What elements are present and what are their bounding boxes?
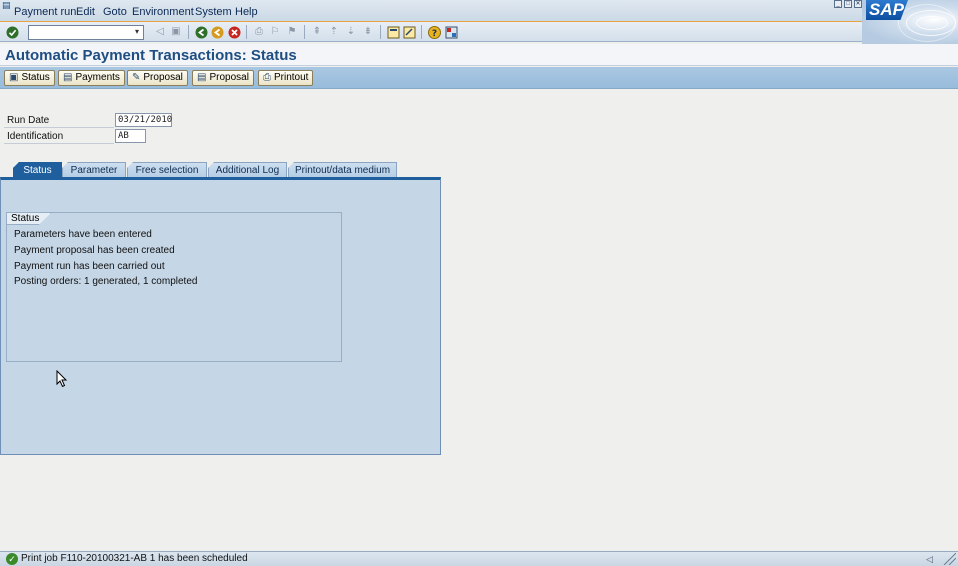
window-controls: _ □ ✕ <box>834 0 862 8</box>
shortcut-icon[interactable] <box>402 25 416 39</box>
edit-proposal-button[interactable]: ✎ Proposal <box>127 70 188 86</box>
printout-button[interactable]: ⎙ Printout <box>258 70 314 86</box>
status-bar-toggle-icon[interactable]: ◁ <box>926 553 936 565</box>
status-button-label: Status <box>21 72 50 83</box>
menu-edit[interactable]: Edit <box>76 6 95 18</box>
printout-icon: ⎙ <box>263 72 271 83</box>
find-next-icon: ⚑ <box>287 26 297 37</box>
status-tab-panel: Status Parameters have been entered Paym… <box>0 177 441 455</box>
status-group-title: Status <box>7 213 51 225</box>
standard-toolbar: ▾ ◁ ▣ ⎙ ⚐ ⚑ ⇞ ⇡ ⇣ ⇟ ? <box>0 22 862 42</box>
maximize-icon[interactable]: □ <box>844 0 852 8</box>
menu-system[interactable]: System <box>195 6 232 18</box>
tab-parameter[interactable]: Parameter <box>62 162 126 178</box>
help-icon[interactable]: ? <box>427 25 441 39</box>
menu-bar: ▤ Payment run Edit Goto Environment Syst… <box>0 0 958 22</box>
title-bar: Automatic Payment Transactions: Status <box>0 44 958 66</box>
previous-page-icon: ⇡ <box>329 26 339 37</box>
payments-button-label: Payments <box>75 72 120 83</box>
status-bar: ✓ Print job F110-20100321-AB 1 has been … <box>0 551 958 566</box>
cancel-icon[interactable] <box>227 25 241 39</box>
edit-proposal-icon: ✎ <box>132 72 141 83</box>
first-page-icon: ⇞ <box>312 26 322 37</box>
svg-text:?: ? <box>431 29 436 39</box>
status-line: Parameters have been entered <box>14 229 152 240</box>
display-proposal-icon: ▤ <box>197 72 207 83</box>
menu-goto[interactable]: Goto <box>103 6 127 18</box>
status-line: Payment proposal has been created <box>14 245 175 256</box>
run-date-field[interactable]: 03/21/2010 <box>115 113 172 127</box>
layout-menu-icon[interactable] <box>444 25 458 39</box>
resize-grip-icon[interactable] <box>940 552 957 566</box>
minimize-icon[interactable]: _ <box>834 0 842 8</box>
status-message: Print job F110-20100321-AB 1 has been sc… <box>21 553 248 564</box>
command-field[interactable] <box>28 25 144 40</box>
run-date-label: Run Date <box>4 113 114 128</box>
payments-icon: ▤ <box>63 72 73 83</box>
close-icon[interactable]: ✕ <box>854 0 862 8</box>
menu-environment[interactable]: Environment <box>132 6 194 18</box>
tab-status[interactable]: Status <box>13 162 62 178</box>
next-page-icon: ⇣ <box>346 26 356 37</box>
find-icon: ⚐ <box>270 26 280 37</box>
status-line: Payment run has been carried out <box>14 261 165 272</box>
status-line: Posting orders: 1 generated, 1 completed <box>14 276 198 287</box>
menu-help[interactable]: Help <box>235 6 258 18</box>
application-toolbar: ▣ Status ▤ Payments ✎ Proposal ▤ Proposa… <box>0 67 958 89</box>
create-session-icon[interactable] <box>386 25 400 39</box>
tab-free-selection[interactable]: Free selection <box>127 162 207 178</box>
enter-icon[interactable] <box>5 25 19 39</box>
edit-proposal-button-label: Proposal <box>143 72 183 83</box>
tab-additional-log[interactable]: Additional Log <box>208 162 287 178</box>
tab-printout-data-medium[interactable]: Printout/data medium <box>288 162 397 178</box>
status-icon: ▣ <box>9 72 19 83</box>
system-menu-icon[interactable]: ▤ <box>2 0 14 10</box>
identification-label: Identification <box>4 129 114 144</box>
page-title: Automatic Payment Transactions: Status <box>5 47 297 64</box>
last-page-icon: ⇟ <box>363 26 373 37</box>
save-icon: ▣ <box>171 26 181 37</box>
status-group-box: Status Parameters have been entered Paym… <box>6 212 342 362</box>
print-icon: ⎙ <box>255 26 263 37</box>
payments-button[interactable]: ▤ Payments <box>58 70 125 86</box>
status-button[interactable]: ▣ Status <box>4 70 55 86</box>
menu-payment-run[interactable]: Payment run <box>14 6 76 18</box>
display-proposal-button-label: Proposal <box>209 72 249 83</box>
display-proposal-button[interactable]: ▤ Proposal <box>192 70 254 86</box>
success-check-icon: ✓ <box>6 553 18 565</box>
back-icon[interactable] <box>194 25 208 39</box>
identification-field[interactable]: AB <box>115 129 146 143</box>
exit-icon[interactable] <box>210 25 224 39</box>
printout-button-label: Printout <box>274 72 309 83</box>
sap-logo: SAP <box>862 0 958 44</box>
command-dropdown-icon[interactable]: ▾ <box>131 26 143 38</box>
mouse-cursor-icon <box>56 369 68 388</box>
back-arrow-icon: ◁ <box>156 26 164 37</box>
